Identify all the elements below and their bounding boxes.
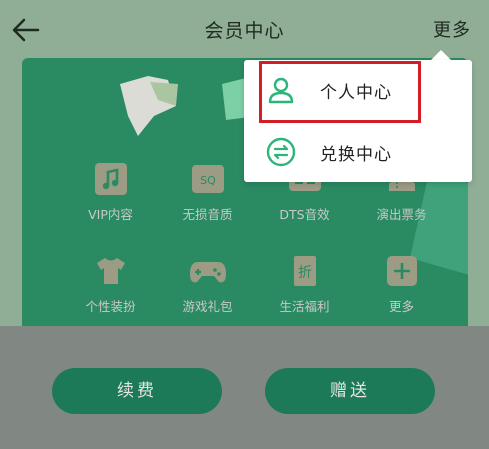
gamepad-icon	[189, 262, 226, 283]
benefits-grid: VIP内容 SQ 无损音质 DTS音效 演出票务 个性装扮 游戏礼包 折 生活福…	[62, 162, 452, 340]
sq-icon: SQ	[191, 165, 224, 193]
svg-text:SQ: SQ	[200, 174, 216, 187]
decorative-shape	[120, 76, 178, 136]
benefit-label: 更多	[388, 299, 414, 314]
benefit-label: DTS音效	[279, 207, 330, 222]
benefit-label: 无损音质	[182, 207, 233, 222]
benefit-label: 游戏礼包	[182, 299, 233, 314]
highlight-box	[259, 61, 421, 123]
plus-icon	[386, 256, 417, 286]
exchange-icon	[266, 137, 296, 167]
benefit-label: 个性装扮	[85, 299, 136, 314]
svg-text:折: 折	[298, 265, 312, 281]
menu-item-exchange-center[interactable]: 兑换中心	[244, 122, 472, 182]
page-title: 会员中心	[204, 20, 285, 42]
tshirt-icon	[96, 258, 125, 284]
benefit-label: VIP内容	[88, 207, 133, 222]
menu-item-label: 兑换中心	[320, 145, 392, 165]
music-note-icon	[94, 163, 127, 195]
benefit-lossless[interactable]: SQ 无损音质	[159, 162, 256, 254]
renew-button[interactable]: 续费	[52, 368, 222, 414]
benefit-label: 演出票务	[376, 207, 427, 222]
benefit-label: 生活福利	[279, 299, 330, 314]
top-bar: 会员中心 更多	[0, 0, 489, 60]
gift-button[interactable]: 赠送	[265, 368, 435, 414]
discount-icon: 折	[293, 256, 316, 286]
more-menu-button[interactable]: 更多	[433, 16, 471, 42]
benefit-vip-content[interactable]: VIP内容	[62, 162, 159, 254]
